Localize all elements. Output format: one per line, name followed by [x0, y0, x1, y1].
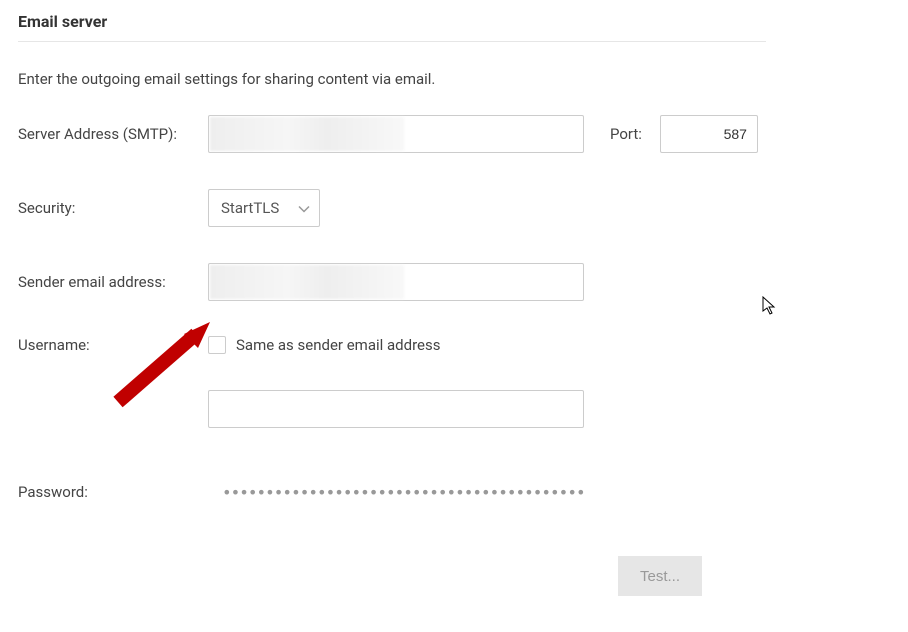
label-security: Security:	[18, 199, 208, 217]
divider	[18, 41, 766, 42]
password-input[interactable]: ••••••••••••••••••••••••••••••••••••••••…	[208, 483, 584, 502]
label-port: Port:	[610, 125, 642, 143]
label-server-address: Server Address (SMTP):	[18, 125, 208, 143]
row-sender-email: Sender email address:	[18, 262, 890, 302]
sender-email-input[interactable]	[208, 263, 584, 301]
security-select[interactable]: StartTLS	[208, 189, 320, 227]
section-title: Email server	[18, 12, 890, 31]
row-password: Password: ••••••••••••••••••••••••••••••…	[18, 472, 890, 512]
section-description: Enter the outgoing email settings for sh…	[18, 70, 890, 88]
test-button[interactable]: Test...	[618, 556, 702, 596]
row-server-address: Server Address (SMTP): Port:	[18, 114, 890, 154]
label-same-as-sender: Same as sender email address	[236, 336, 440, 354]
username-input[interactable]	[208, 390, 584, 428]
label-username: Username:	[18, 336, 208, 354]
same-as-sender-checkbox[interactable]	[208, 336, 226, 354]
security-selected-value: StartTLS	[221, 199, 279, 217]
row-username: Username: Same as sender email address	[18, 336, 890, 428]
row-security: Security: StartTLS	[18, 188, 890, 228]
label-sender-email: Sender email address:	[18, 273, 208, 291]
label-password: Password:	[18, 483, 208, 501]
port-input[interactable]	[660, 115, 758, 153]
server-address-input[interactable]	[208, 115, 584, 153]
